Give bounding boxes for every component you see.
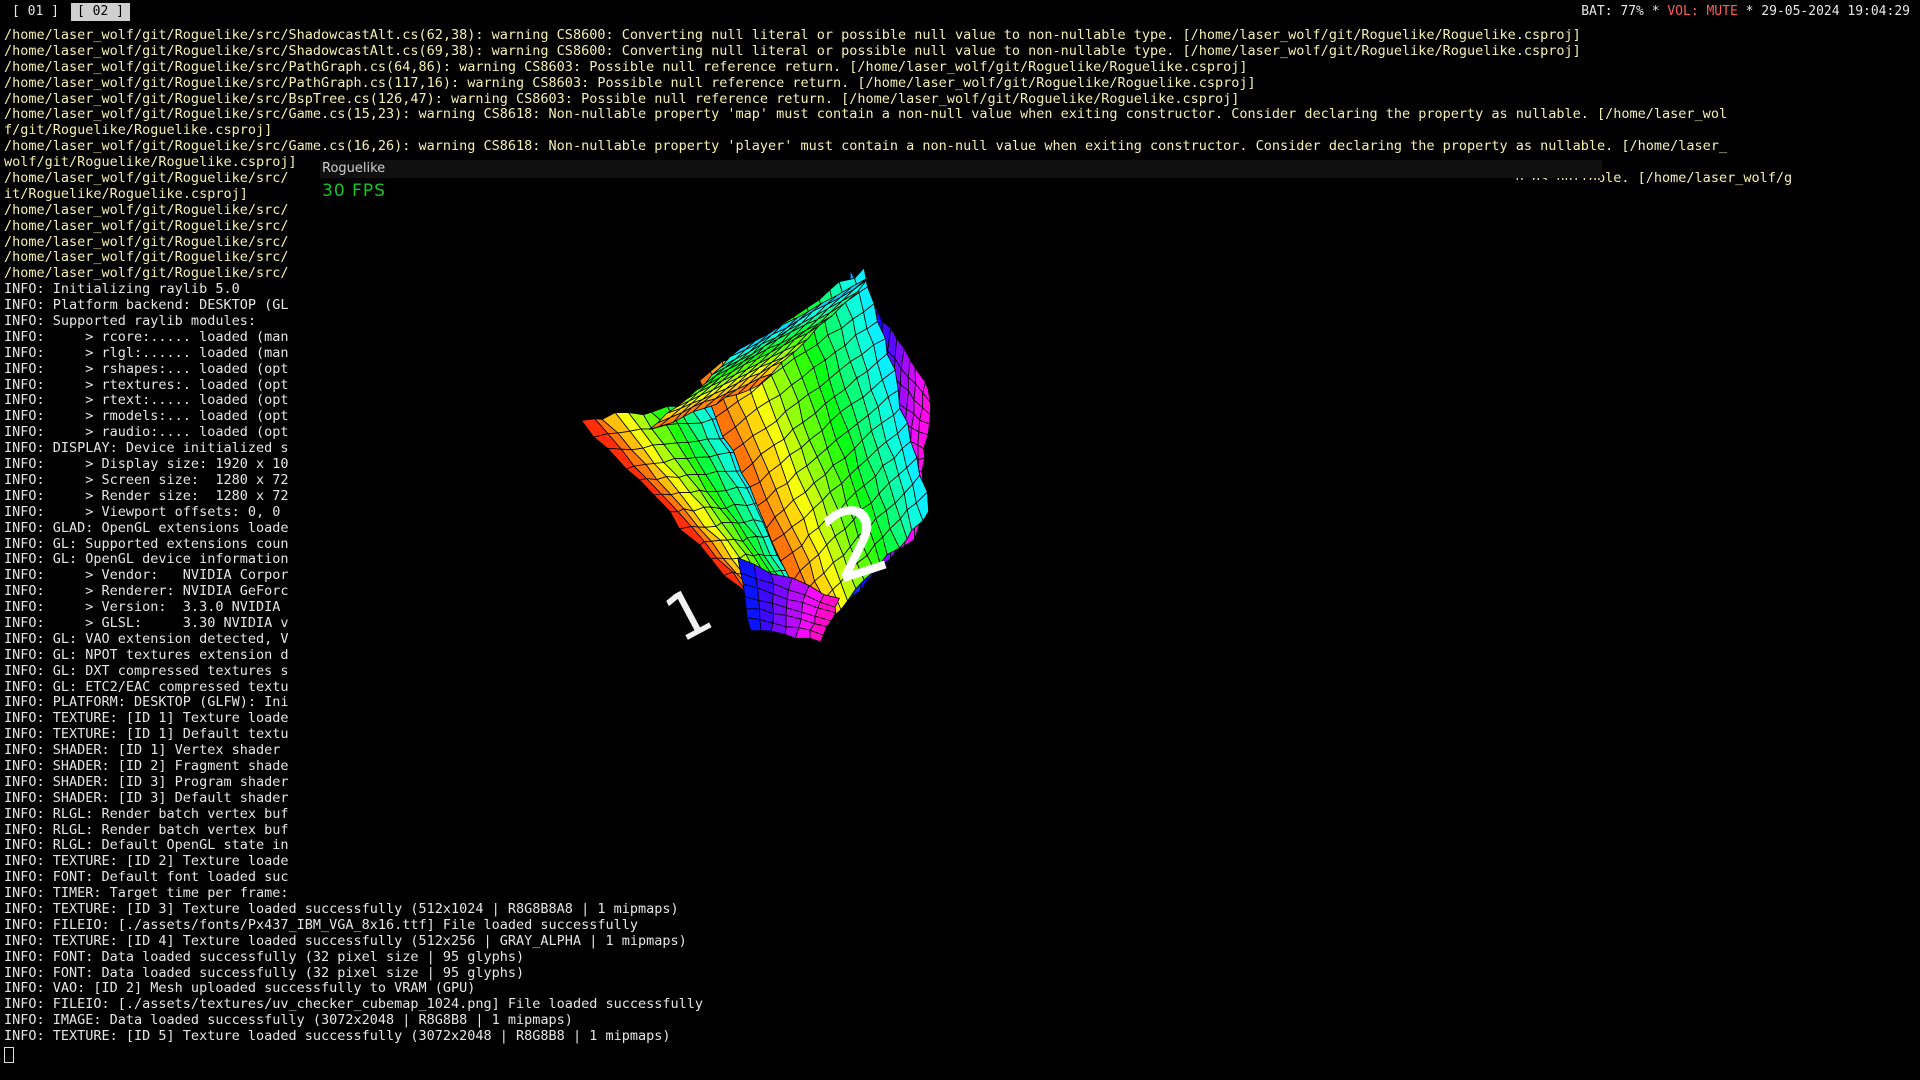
- terminal-line: /home/laser_wolf/git/Roguelike/src/Game.…: [4, 107, 1728, 123]
- uv-checker-cube: 21: [580, 267, 931, 658]
- terminal-line: INFO: TEXTURE: [ID 3] Texture loaded suc…: [4, 901, 679, 917]
- terminal-line: INFO: FONT: Data loaded successfully (32…: [4, 949, 525, 965]
- terminal-line: /home/laser_wolf/git/Roguelike/src/BspTr…: [4, 91, 1240, 107]
- fps-counter: 30 FPS: [322, 181, 386, 201]
- terminal-line: INFO: TEXTURE: [ID 4] Texture loaded suc…: [4, 933, 687, 949]
- game-window-title[interactable]: Roguelike: [320, 160, 1602, 178]
- terminal-line: INFO: FILEIO: [./assets/fonts/Px437_IBM_…: [4, 917, 638, 933]
- checker-cell: [917, 457, 926, 473]
- volume-status: VOL: MUTE: [1667, 4, 1738, 19]
- face-label-1: 1: [654, 573, 725, 657]
- terminal-line: INFO: TEXTURE: [ID 5] Texture loaded suc…: [4, 1029, 671, 1045]
- workspace-01[interactable]: [ 01 ]: [6, 3, 65, 21]
- terminal-line: /home/laser_wolf/git/Roguelike/src/Game.…: [4, 139, 1728, 155]
- battery-status: BAT: 77%: [1581, 4, 1644, 19]
- game-scene: 21: [580, 267, 931, 658]
- system-status: BAT: 77% * VOL: MUTE * 29-05-2024 19:04:…: [1581, 4, 1910, 19]
- game-viewport[interactable]: 21 30 FPS: [320, 180, 1600, 900]
- terminal-line: INFO: FONT: Data loaded successfully (32…: [4, 965, 525, 981]
- terminal-line: INFO: FILEIO: [./assets/textures/uv_chec…: [4, 997, 703, 1013]
- workspace-02[interactable]: [ 02 ]: [70, 3, 130, 21]
- terminal-line: f/git/Roguelike/Roguelike.csproj]: [4, 123, 273, 139]
- terminal-line: INFO: IMAGE: Data loaded successfully (3…: [4, 1013, 573, 1029]
- separator: *: [1745, 4, 1754, 19]
- clock: 29-05-2024 19:04:29: [1761, 4, 1910, 19]
- checker-cell: [746, 617, 762, 632]
- terminal-line: /home/laser_wolf/git/Roguelike/src/PathG…: [4, 75, 1256, 91]
- terminal-line: /home/laser_wolf/git/Roguelike/src/Shado…: [4, 28, 1581, 43]
- separator: *: [1651, 4, 1660, 19]
- terminal-line: /home/laser_wolf/git/Roguelike/src/Shado…: [4, 43, 1581, 59]
- top-status-bar: [ 01 ] [ 02 ] BAT: 77% * VOL: MUTE * 29-…: [0, 0, 1920, 24]
- terminal-cursor: [4, 1047, 14, 1063]
- terminal-line: /home/laser_wolf/git/Roguelike/src/PathG…: [4, 59, 1248, 75]
- terminal-line: INFO: VAO: [ID 2] Mesh uploaded successf…: [4, 981, 476, 997]
